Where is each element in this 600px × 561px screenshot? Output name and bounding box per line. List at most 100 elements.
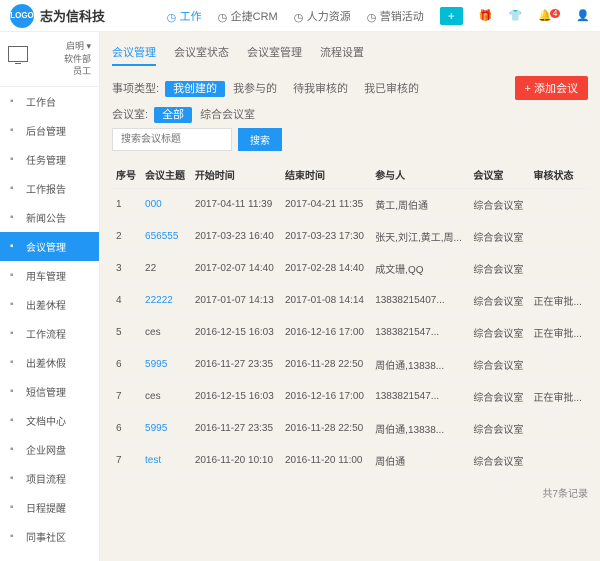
- table-row: 4222222017-01-07 14:132017-01-08 14:1413…: [112, 285, 588, 317]
- cell-start: 2017-03-23 16:40: [191, 221, 281, 253]
- sidebar: 启明 ▾ 软件部 员工 ▪工作台▪后台管理▪任务管理▪工作报告▪新闻公告▪会议管…: [0, 32, 100, 561]
- sidebar-item[interactable]: ▪会议管理: [0, 232, 99, 261]
- cell-topic[interactable]: 000: [141, 189, 191, 221]
- sidebar-label: 用车管理: [26, 268, 66, 283]
- tab[interactable]: 会议管理: [112, 40, 156, 66]
- filter-option[interactable]: 我已审核的: [356, 81, 427, 97]
- table-row: 659952016-11-27 23:352016-11-28 22:50周伯通…: [112, 349, 588, 381]
- search-input[interactable]: [112, 128, 232, 151]
- notification-icon[interactable]: 🔔4: [538, 9, 560, 22]
- gift-icon[interactable]: 🎁: [479, 9, 493, 22]
- user-role: 员工: [34, 65, 91, 78]
- table-row: 659952016-11-27 23:352016-11-28 22:50周伯通…: [112, 413, 588, 445]
- filter-room-label: 会议室:: [112, 106, 148, 122]
- sidebar-item[interactable]: ▪工作报告: [0, 174, 99, 203]
- sidebar-item[interactable]: ▪同事社区: [0, 522, 99, 551]
- tab[interactable]: 会议室管理: [247, 40, 302, 66]
- cell-end: 2016-11-20 11:00: [281, 445, 371, 477]
- sidebar-item[interactable]: ▪文档中心: [0, 406, 99, 435]
- user-icon[interactable]: 👤: [576, 9, 590, 22]
- cell-end: 2017-02-28 14:40: [281, 253, 371, 285]
- cell-status: [530, 221, 588, 253]
- sidebar-item[interactable]: ▪用车管理: [0, 261, 99, 290]
- sidebar-label: 任务管理: [26, 152, 66, 167]
- cell-room: 综合会议室: [469, 349, 529, 381]
- sidebar-icon: ▪: [10, 212, 20, 222]
- add-meeting-button[interactable]: + 添加会议: [515, 76, 588, 100]
- cell-end: 2017-03-23 17:30: [281, 221, 371, 253]
- cell-index: 6: [112, 413, 141, 445]
- cell-room: 综合会议室: [469, 317, 529, 349]
- cell-index: 6: [112, 349, 141, 381]
- logo-badge: LOGO: [10, 4, 34, 28]
- topnav-item[interactable]: ◷工作: [167, 8, 202, 24]
- filter-type-row: 事项类型: 我创建的我参与的待我审核的我已审核的 + 添加会议: [112, 76, 588, 100]
- sidebar-item[interactable]: ▪新闻公告: [0, 203, 99, 232]
- shirt-icon[interactable]: 👕: [508, 9, 522, 22]
- table-row: 10002017-04-11 11:392017-04-21 11:35黄工,周…: [112, 189, 588, 221]
- sidebar-item[interactable]: ▪ 任务管理: [0, 145, 99, 174]
- nav-icon: ◷: [218, 11, 228, 21]
- sidebar-item[interactable]: ▪项目流程: [0, 464, 99, 493]
- topnav-item[interactable]: ◷人力资源: [294, 8, 351, 24]
- sidebar-item[interactable]: ▪工作台: [0, 87, 99, 116]
- search-button[interactable]: 搜索: [238, 128, 282, 151]
- topnav-item[interactable]: ◷营销活动: [367, 8, 424, 24]
- cell-who: 周伯通,13838...: [371, 413, 469, 445]
- sidebar-item[interactable]: ▪出差休假: [0, 348, 99, 377]
- sidebar-item[interactable]: ▪短信管理: [0, 377, 99, 406]
- cell-room: 综合会议室: [469, 189, 529, 221]
- cell-topic[interactable]: 656555: [141, 221, 191, 253]
- filter-type-label: 事项类型:: [112, 80, 159, 96]
- cell-index: 7: [112, 445, 141, 477]
- cell-start: 2016-12-15 16:03: [191, 381, 281, 413]
- sidebar-item[interactable]: ▪工作流程: [0, 319, 99, 348]
- cell-status: 正在审批...: [530, 381, 588, 413]
- sidebar-item[interactable]: ▪企业网盘: [0, 435, 99, 464]
- table-row: 3222017-02-07 14:402017-02-28 14:40成文珊,Q…: [112, 253, 588, 285]
- sidebar-item[interactable]: ▪经费报销: [0, 551, 99, 561]
- tab[interactable]: 会议室状态: [174, 40, 229, 66]
- main-content: 会议管理会议室状态会议室管理流程设置 事项类型: 我创建的我参与的待我审核的我已…: [100, 32, 600, 561]
- cell-index: 3: [112, 253, 141, 285]
- cell-start: 2016-11-20 10:10: [191, 445, 281, 477]
- cell-topic[interactable]: 5995: [141, 413, 191, 445]
- filter-option[interactable]: 我创建的: [165, 81, 225, 97]
- filter-option[interactable]: 全部: [154, 107, 192, 123]
- cell-index: 2: [112, 221, 141, 253]
- cell-topic[interactable]: 22222: [141, 285, 191, 317]
- tabs: 会议管理会议室状态会议室管理流程设置: [112, 40, 588, 66]
- topnav: ◷工作 ◷企捷CRM ◷人力资源 ◷营销活动 + 🎁 👕 🔔4 👤: [167, 7, 590, 25]
- table-row: 26565552017-03-23 16:402017-03-23 17:30张…: [112, 221, 588, 253]
- sidebar-item[interactable]: ▪后台管理: [0, 116, 99, 145]
- cell-topic[interactable]: 5995: [141, 349, 191, 381]
- sidebar-item[interactable]: ▪出差休程: [0, 290, 99, 319]
- tab[interactable]: 流程设置: [320, 40, 364, 66]
- cell-topic: ces: [141, 317, 191, 349]
- cell-end: 2016-12-16 17:00: [281, 381, 371, 413]
- meeting-table: 序号会议主题开始时间结束时间参与人会议室审核状态 10002017-04-11 …: [112, 161, 588, 477]
- nav-icon: ◷: [367, 11, 377, 21]
- sidebar-label: 会议管理: [26, 239, 66, 254]
- sidebar-label: 日程提醒: [26, 500, 66, 515]
- cell-start: 2017-01-07 14:13: [191, 285, 281, 317]
- topbar: LOGO 志为信科技 ◷工作◷企捷CRM◷人力资源◷营销活动+🎁👕🔔4👤: [0, 0, 600, 32]
- cell-who: 张天,刘江,黄工,周...: [371, 221, 469, 253]
- filter-option[interactable]: 综合会议室: [192, 107, 263, 123]
- sidebar-icon: ▪: [10, 154, 20, 164]
- cell-room: 综合会议室: [469, 381, 529, 413]
- sidebar-label: 工作报告: [26, 181, 66, 196]
- topnav-item[interactable]: ◷企捷CRM: [218, 8, 278, 24]
- table-row: 7test2016-11-20 10:102016-11-20 11:00周伯通…: [112, 445, 588, 477]
- cell-topic[interactable]: test: [141, 445, 191, 477]
- sidebar-item[interactable]: ▪日程提醒: [0, 493, 99, 522]
- cell-room: 综合会议室: [469, 253, 529, 285]
- filter-option[interactable]: 我参与的: [225, 81, 285, 97]
- sidebar-icon: ▪: [10, 125, 20, 135]
- search-row: 搜索: [112, 128, 588, 151]
- cell-who: 周伯通: [371, 445, 469, 477]
- filter-option[interactable]: 待我审核的: [285, 81, 356, 97]
- new-button[interactable]: +: [440, 7, 463, 25]
- cell-start: 2016-11-27 23:35: [191, 349, 281, 381]
- workstation-icon: [8, 46, 28, 62]
